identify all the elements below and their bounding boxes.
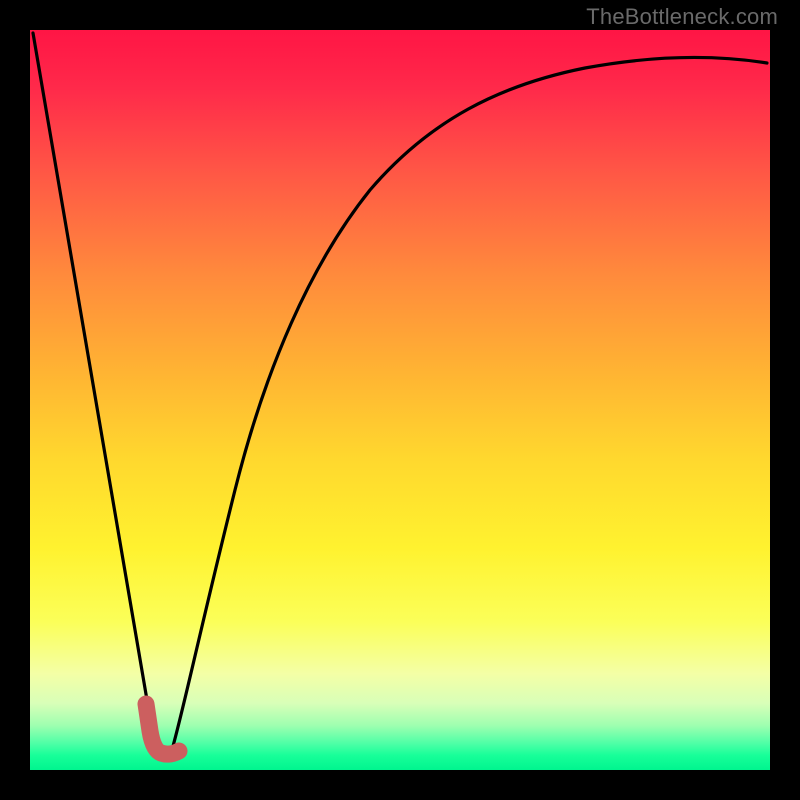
curve-right-limb: [171, 57, 767, 753]
watermark-text: TheBottleneck.com: [586, 4, 778, 30]
bottleneck-marker: [146, 704, 179, 754]
outer-frame: TheBottleneck.com: [0, 0, 800, 800]
plot-area: [30, 30, 770, 770]
curve-left-limb: [33, 33, 160, 752]
curve-layer: [30, 30, 770, 770]
